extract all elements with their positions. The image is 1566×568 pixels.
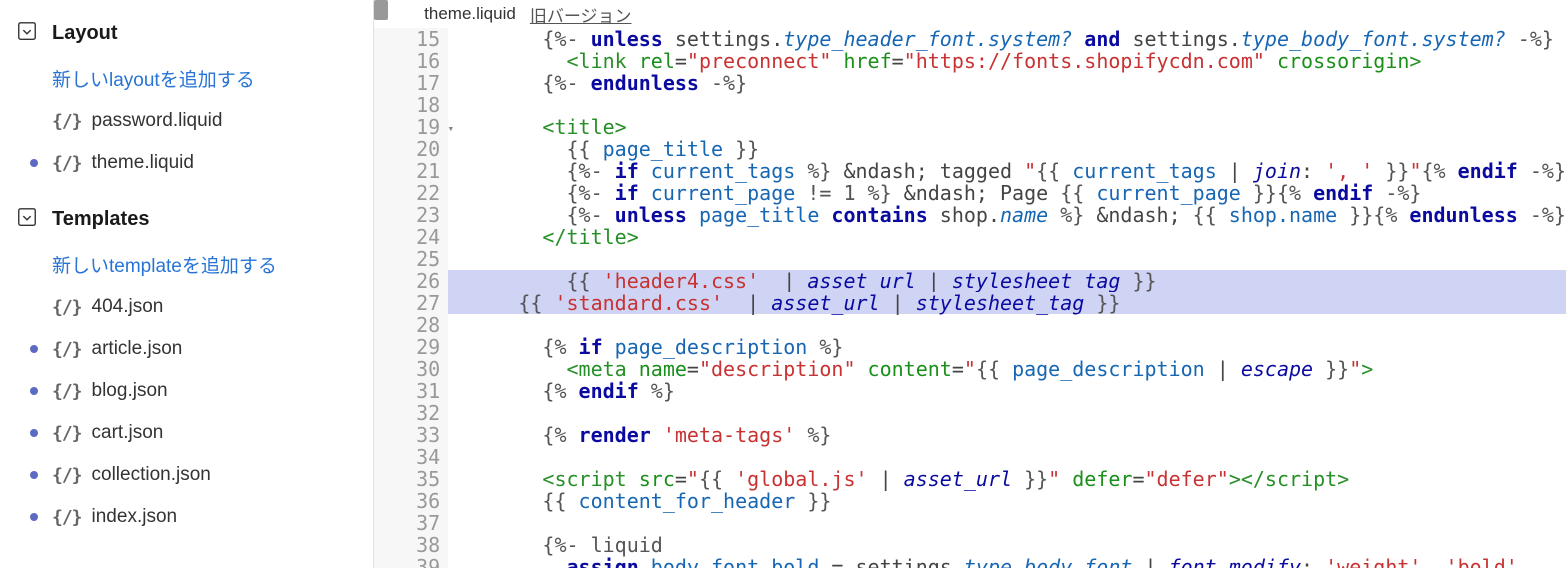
editor-scrollbar-thumb[interactable] xyxy=(374,0,388,20)
code-line[interactable] xyxy=(448,402,1566,424)
collapse-icon xyxy=(16,20,38,47)
line-number[interactable]: 27 xyxy=(374,292,440,314)
code-line[interactable]: <meta name="description" content="{{ pag… xyxy=(448,358,1566,380)
line-number[interactable]: 31 xyxy=(374,380,440,402)
code-line[interactable]: <title> xyxy=(448,116,1566,138)
line-number[interactable]: 33 xyxy=(374,424,440,446)
line-number[interactable]: 34 xyxy=(374,446,440,468)
modified-dot-icon xyxy=(30,345,38,353)
line-number[interactable]: 28 xyxy=(374,314,440,336)
editor-pane: theme.liquid 旧バージョン 15161718192021222324… xyxy=(374,0,1566,568)
line-number[interactable]: 16 xyxy=(374,50,440,72)
code-line[interactable]: {%- liquid xyxy=(448,534,1566,556)
code-content[interactable]: {%- unless settings.type_header_font.sys… xyxy=(448,28,1566,568)
file-label: index.json xyxy=(92,506,178,528)
line-number[interactable]: 17 xyxy=(374,72,440,94)
liquid-file-icon: {/} xyxy=(52,381,82,402)
liquid-file-icon: {/} xyxy=(52,423,82,444)
code-line[interactable]: {%- endunless -%} xyxy=(448,72,1566,94)
code-line[interactable]: {% render 'meta-tags' %} xyxy=(448,424,1566,446)
line-number[interactable]: 32 xyxy=(374,402,440,424)
code-line[interactable] xyxy=(448,314,1566,336)
line-number[interactable]: 37 xyxy=(374,512,440,534)
code-line[interactable]: </title> xyxy=(448,226,1566,248)
section-header-layout[interactable]: Layout xyxy=(8,16,365,57)
file-label: password.liquid xyxy=(92,110,223,132)
line-number[interactable]: 15 xyxy=(374,28,440,50)
liquid-file-icon: {/} xyxy=(52,111,82,132)
file-item[interactable]: {/} 404.json xyxy=(8,286,365,328)
modified-dot-icon xyxy=(30,471,38,479)
section-header-templates[interactable]: Templates xyxy=(8,202,365,243)
section-title: Layout xyxy=(52,22,118,45)
code-line[interactable] xyxy=(448,512,1566,534)
file-item[interactable]: {/} collection.json xyxy=(8,454,365,496)
code-line[interactable]: {%- if current_page != 1 %} &ndash; Page… xyxy=(448,182,1566,204)
line-number[interactable]: 19 xyxy=(374,116,440,138)
liquid-file-icon: {/} xyxy=(52,153,82,174)
code-area[interactable]: 1516171819202122232425262728293031323334… xyxy=(374,28,1566,568)
older-version-link[interactable]: 旧バージョン xyxy=(530,2,632,27)
line-number[interactable]: 39 xyxy=(374,556,440,568)
line-number[interactable]: 30 xyxy=(374,358,440,380)
file-label: 404.json xyxy=(92,296,164,318)
file-label: collection.json xyxy=(92,464,211,486)
file-item[interactable]: {/} password.liquid xyxy=(8,100,365,142)
code-line[interactable]: {% if page_description %} xyxy=(448,336,1566,358)
file-item[interactable]: {/} theme.liquid xyxy=(8,142,365,184)
add-layout-link[interactable]: 新しいlayoutを追加する xyxy=(8,57,365,100)
modified-dot-icon xyxy=(30,429,38,437)
liquid-file-icon: {/} xyxy=(52,465,82,486)
code-line[interactable] xyxy=(448,94,1566,116)
collapse-icon xyxy=(16,206,38,233)
line-number[interactable]: 29 xyxy=(374,336,440,358)
code-line[interactable]: {{ 'header4.css' | asset_url | styleshee… xyxy=(448,270,1566,292)
line-number[interactable]: 18 xyxy=(374,94,440,116)
liquid-file-icon: {/} xyxy=(52,339,82,360)
section-title: Templates xyxy=(52,208,149,231)
code-line[interactable]: {{ content_for_header }} xyxy=(448,490,1566,512)
line-number[interactable]: 36 xyxy=(374,490,440,512)
code-line[interactable]: {%- unless settings.type_header_font.sys… xyxy=(448,28,1566,50)
code-line[interactable]: {{ 'standard.css' | asset_url | styleshe… xyxy=(448,292,1566,314)
file-label: cart.json xyxy=(92,422,164,444)
line-number[interactable]: 22 xyxy=(374,182,440,204)
code-line[interactable] xyxy=(448,446,1566,468)
line-number[interactable]: 20 xyxy=(374,138,440,160)
line-number[interactable]: 24 xyxy=(374,226,440,248)
add-templates-link[interactable]: 新しいtemplateを追加する xyxy=(8,243,365,286)
file-item[interactable]: {/} blog.json xyxy=(8,370,365,412)
code-line[interactable] xyxy=(448,248,1566,270)
file-label: blog.json xyxy=(92,380,168,402)
modified-dot-icon xyxy=(30,513,38,521)
line-number[interactable]: 21 xyxy=(374,160,440,182)
code-line[interactable]: {%- if current_tags %} &ndash; tagged "{… xyxy=(448,160,1566,182)
code-line[interactable]: <link rel="preconnect" href="https://fon… xyxy=(448,50,1566,72)
line-number[interactable]: 26 xyxy=(374,270,440,292)
code-line[interactable]: {{ page_title }} xyxy=(448,138,1566,160)
liquid-file-icon: {/} xyxy=(52,297,82,318)
code-line[interactable]: {%- unless page_title contains shop.name… xyxy=(448,204,1566,226)
line-number[interactable]: 23 xyxy=(374,204,440,226)
file-label: article.json xyxy=(92,338,183,360)
modified-dot-icon xyxy=(30,159,38,167)
line-number[interactable]: 35 xyxy=(374,468,440,490)
liquid-file-icon: {/} xyxy=(52,507,82,528)
line-gutter: 1516171819202122232425262728293031323334… xyxy=(374,28,448,568)
file-sidebar[interactable]: Layout新しいlayoutを追加する{/}password.liquid{/… xyxy=(0,0,374,568)
active-file-tab[interactable]: theme.liquid xyxy=(424,4,516,24)
file-item[interactable]: {/} index.json xyxy=(8,496,365,538)
file-label: theme.liquid xyxy=(92,152,194,174)
editor-tab-bar: theme.liquid 旧バージョン xyxy=(374,0,1566,28)
file-item[interactable]: {/} cart.json xyxy=(8,412,365,454)
line-number[interactable]: 38 xyxy=(374,534,440,556)
modified-dot-icon xyxy=(30,387,38,395)
code-line[interactable]: {% endif %} xyxy=(448,380,1566,402)
code-line[interactable]: <script src="{{ 'global.js' | asset_url … xyxy=(448,468,1566,490)
line-number[interactable]: 25 xyxy=(374,248,440,270)
code-line[interactable]: assign body_font_bold = settings.type_bo… xyxy=(448,556,1566,568)
file-item[interactable]: {/} article.json xyxy=(8,328,365,370)
